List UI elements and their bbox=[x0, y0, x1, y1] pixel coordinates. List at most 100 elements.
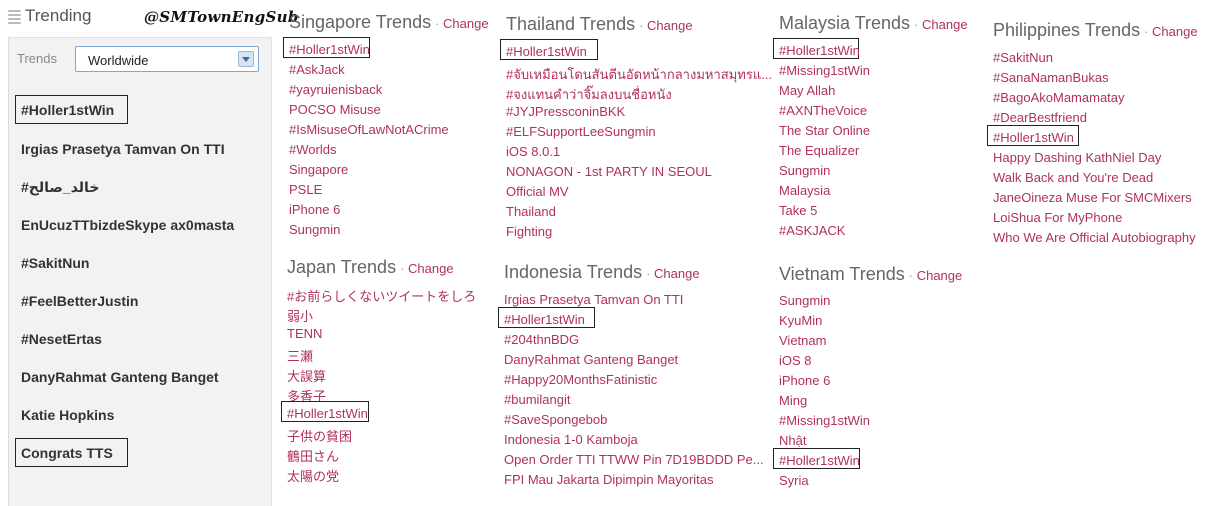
trend-link[interactable]: #Worlds bbox=[289, 142, 336, 157]
trend-link[interactable]: #จงแทนคำว่าจิ๊มลงบนชื่อหนัง bbox=[506, 84, 672, 105]
trend-link[interactable]: #SakitNun bbox=[993, 50, 1053, 65]
sidebar-trend-item[interactable]: Irgias Prasetya Tamvan On TTI bbox=[21, 141, 225, 157]
trend-link[interactable]: #Holler1stWin bbox=[506, 44, 587, 59]
trend-link[interactable]: 太陽の党 bbox=[287, 466, 339, 485]
trend-link[interactable]: Syria bbox=[779, 473, 809, 488]
trend-link[interactable]: #BagoAkoMamamatay bbox=[993, 90, 1125, 105]
trend-link[interactable]: PSLE bbox=[289, 182, 322, 197]
location-select[interactable]: Worldwide bbox=[75, 46, 259, 72]
trend-link[interactable]: #AXNTheVoice bbox=[779, 103, 867, 118]
trend-link[interactable]: Nhật bbox=[779, 433, 806, 448]
trend-link[interactable]: Thailand bbox=[506, 204, 556, 219]
trend-link[interactable]: 三瀬 bbox=[287, 346, 313, 365]
trend-link[interactable]: #Holler1stWin bbox=[779, 43, 860, 58]
trend-link[interactable]: #Holler1stWin bbox=[289, 42, 370, 57]
trend-link[interactable]: #ASKJACK bbox=[779, 223, 845, 238]
trend-link[interactable]: #Holler1stWin bbox=[993, 130, 1074, 145]
trend-link[interactable]: Happy Dashing KathNiel Day bbox=[993, 150, 1161, 165]
trend-link[interactable]: NONAGON - 1st PARTY IN SEOUL bbox=[506, 164, 712, 179]
trend-link[interactable]: Open Order TTI TTWW Pin 7D19BDDD Pe... bbox=[504, 452, 764, 467]
trend-link[interactable]: Ming bbox=[779, 393, 807, 408]
trend-link[interactable]: #AskJack bbox=[289, 62, 345, 77]
trends-location-label: Trends bbox=[17, 51, 57, 66]
trend-link[interactable]: #Missing1stWin bbox=[779, 413, 870, 428]
trend-link[interactable]: Vietnam bbox=[779, 333, 826, 348]
trend-link[interactable]: #Holler1stWin bbox=[504, 312, 585, 327]
trend-link[interactable]: #DearBestfriend bbox=[993, 110, 1087, 125]
trend-link[interactable]: #JYJPressconinBKK bbox=[506, 104, 625, 119]
sidebar-trend-item[interactable]: Congrats TTS bbox=[21, 445, 113, 461]
sidebar-trend-item[interactable]: #NesetErtas bbox=[21, 331, 102, 347]
trend-link[interactable]: iOS 8 bbox=[779, 353, 812, 368]
trend-link[interactable]: iPhone 6 bbox=[779, 373, 830, 388]
trending-header: Trending bbox=[8, 6, 91, 26]
change-link[interactable]: Change bbox=[914, 17, 968, 32]
trend-link[interactable]: Malaysia bbox=[779, 183, 830, 198]
trend-link[interactable]: iPhone 6 bbox=[289, 202, 340, 217]
region-title-text: Singapore Trends bbox=[289, 12, 432, 32]
trend-link[interactable]: #SanaNamanBukas bbox=[993, 70, 1109, 85]
sidebar-trend-item[interactable]: DanyRahmat Ganteng Banget bbox=[21, 369, 219, 385]
trend-link[interactable]: 大誤算 bbox=[287, 366, 326, 385]
region-title-text: Japan Trends bbox=[287, 257, 397, 277]
trend-link[interactable]: Official MV bbox=[506, 184, 569, 199]
trend-link[interactable]: 鶴田さん bbox=[287, 446, 339, 465]
trend-link[interactable]: 弱小 bbox=[287, 306, 313, 325]
trend-link[interactable]: Indonesia 1-0 Kamboja bbox=[504, 432, 638, 447]
trend-link[interactable]: The Equalizer bbox=[779, 143, 859, 158]
trend-link[interactable]: TENN bbox=[287, 326, 322, 341]
trend-link[interactable]: Fighting bbox=[506, 224, 552, 239]
trend-link[interactable]: #Happy20MonthsFatinistic bbox=[504, 372, 657, 387]
trend-link[interactable]: The Star Online bbox=[779, 123, 870, 138]
sidebar-trend-item[interactable]: #SakitNun bbox=[21, 255, 89, 271]
trend-link[interactable]: LoiShua For MyPhone bbox=[993, 210, 1122, 225]
change-link[interactable]: Change bbox=[909, 268, 963, 283]
trend-link[interactable]: Sungmin bbox=[779, 163, 830, 178]
trend-link[interactable]: KyuMin bbox=[779, 313, 822, 328]
trend-link[interactable]: #Holler1stWin bbox=[287, 406, 368, 421]
region-title-singapore: Singapore TrendsChange bbox=[289, 12, 489, 33]
trend-link[interactable]: Irgias Prasetya Tamvan On TTI bbox=[504, 292, 683, 307]
change-link[interactable]: Change bbox=[1144, 24, 1198, 39]
watermark: @SMTownEngSub bbox=[144, 8, 299, 26]
region-title-indonesia: Indonesia TrendsChange bbox=[504, 262, 700, 283]
sidebar-trend-item[interactable]: #FeelBetterJustin bbox=[21, 293, 138, 309]
chevron-down-icon[interactable] bbox=[238, 51, 254, 67]
trend-link[interactable]: #SaveSpongebob bbox=[504, 412, 607, 427]
change-link[interactable]: Change bbox=[639, 18, 693, 33]
trend-link[interactable]: #お前らしくないツイートをしろ bbox=[287, 286, 476, 305]
region-title-text: Indonesia Trends bbox=[504, 262, 643, 282]
trend-link[interactable]: #yayruienisback bbox=[289, 82, 382, 97]
change-link[interactable]: Change bbox=[435, 16, 489, 31]
trend-link[interactable]: #204thnBDG bbox=[504, 332, 579, 347]
change-link[interactable]: Change bbox=[646, 266, 700, 281]
trend-link[interactable]: #จับเหมือนโดนสันตีนอัดหน้ากลางมหาสมุทรแ.… bbox=[506, 64, 772, 85]
trend-link[interactable]: Take 5 bbox=[779, 203, 817, 218]
trend-link[interactable]: Singapore bbox=[289, 162, 348, 177]
trend-link[interactable]: iOS 8.0.1 bbox=[506, 144, 560, 159]
trend-link[interactable]: #Holler1stWin bbox=[779, 453, 860, 468]
trend-link[interactable]: Sungmin bbox=[779, 293, 830, 308]
region-title-text: Philippines Trends bbox=[993, 20, 1141, 40]
sidebar-trend-item[interactable]: EnUcuzTTbizdeSkype ax0masta bbox=[21, 217, 234, 233]
trend-link[interactable]: May Allah bbox=[779, 83, 835, 98]
trend-link[interactable]: FPI Mau Jakarta Dipimpin Mayoritas bbox=[504, 472, 714, 487]
sidebar-trend-item[interactable]: #Holler1stWin bbox=[21, 102, 114, 118]
trend-link[interactable]: Who We Are Official Autobiography bbox=[993, 230, 1196, 245]
trend-link[interactable]: 子供の貧困 bbox=[287, 426, 352, 445]
trend-link[interactable]: #ELFSupportLeeSungmin bbox=[506, 124, 656, 139]
trend-link[interactable]: POCSO Misuse bbox=[289, 102, 381, 117]
sidebar-trend-item[interactable]: #خالد_صالح bbox=[21, 179, 99, 196]
region-title-text: Vietnam Trends bbox=[779, 264, 905, 284]
location-select-value: Worldwide bbox=[88, 53, 149, 68]
trend-link[interactable]: JaneOineza Muse For SMCMixers bbox=[993, 190, 1192, 205]
trend-link[interactable]: #IsMisuseOfLawNotACrime bbox=[289, 122, 449, 137]
trend-link[interactable]: Walk Back and You're Dead bbox=[993, 170, 1153, 185]
trend-link[interactable]: #bumilangit bbox=[504, 392, 571, 407]
trend-link[interactable]: #Missing1stWin bbox=[779, 63, 870, 78]
change-link[interactable]: Change bbox=[400, 261, 454, 276]
region-title-japan: Japan TrendsChange bbox=[287, 257, 454, 278]
trend-link[interactable]: Sungmin bbox=[289, 222, 340, 237]
sidebar-trend-item[interactable]: Katie Hopkins bbox=[21, 407, 114, 423]
trend-link[interactable]: DanyRahmat Ganteng Banget bbox=[504, 352, 678, 367]
